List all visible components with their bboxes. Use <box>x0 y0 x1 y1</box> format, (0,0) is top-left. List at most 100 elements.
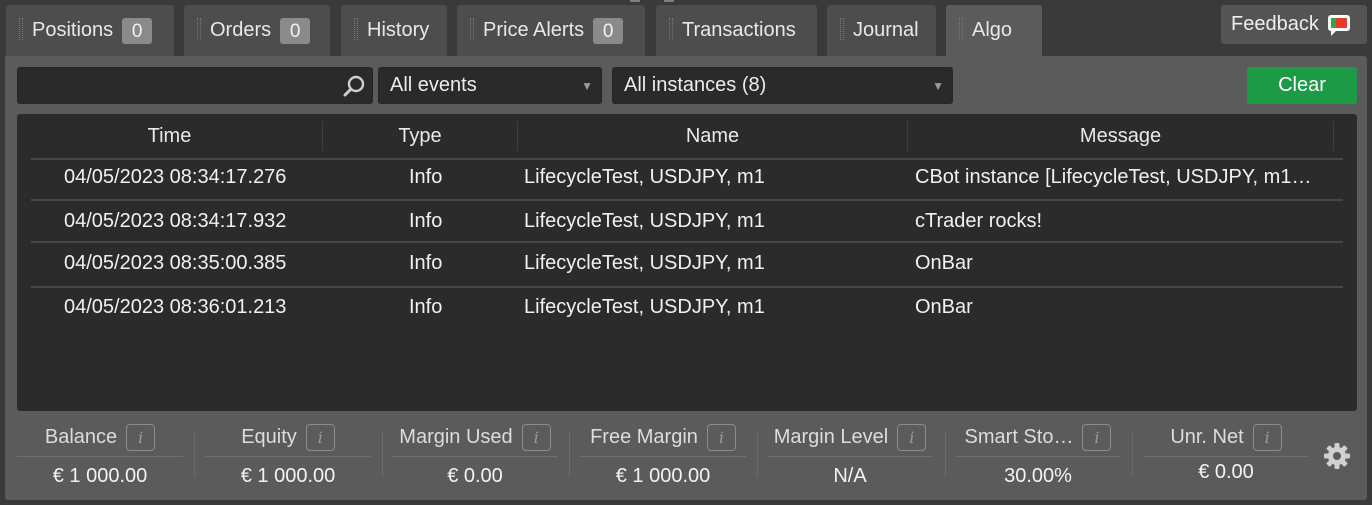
divider <box>757 431 758 477</box>
tab-journal[interactable]: Journal <box>827 5 936 56</box>
column-header-name[interactable]: Name <box>518 114 907 158</box>
metric-label: Equity <box>241 425 297 448</box>
column-header-message[interactable]: Message <box>908 114 1333 158</box>
tab-price-alerts[interactable]: Price Alerts 0 <box>457 5 645 56</box>
metric-value: 30.00% <box>1004 465 1072 487</box>
cell-type: Info <box>409 166 443 188</box>
metric-label: Balance <box>44 425 118 448</box>
cell-name: LifecycleTest, USDJPY, m1 <box>524 210 765 232</box>
metric-value: € 1 000.00 <box>52 465 148 487</box>
column-resizer[interactable] <box>1333 121 1334 151</box>
algo-panel: All events ▼ All instances (8) ▼ Clear T… <box>5 56 1367 500</box>
metric-equity: Equity i € 1 000.00 <box>205 419 371 497</box>
info-icon[interactable]: i <box>897 423 927 451</box>
table-row[interactable]: 04/05/2023 08:34:17.932 Info LifecycleTe… <box>31 200 1343 242</box>
tab-label: Price Alerts <box>483 19 585 41</box>
column-header-type[interactable]: Type <box>323 114 517 158</box>
cell-time: 04/05/2023 08:34:17.276 <box>64 166 287 188</box>
table-row[interactable]: 04/05/2023 08:34:17.276 Info LifecycleTe… <box>31 156 1343 198</box>
column-header-time[interactable]: Time <box>17 114 322 158</box>
tab-label: Algo <box>972 19 1013 41</box>
search-box[interactable] <box>17 67 373 104</box>
clear-button[interactable]: Clear <box>1247 67 1357 104</box>
tab-grip <box>19 18 23 40</box>
chevron-down-icon: ▼ <box>932 79 944 93</box>
divider <box>382 431 383 477</box>
table-row[interactable]: 04/05/2023 08:35:00.385 Info LifecycleTe… <box>31 242 1343 284</box>
metric-underline <box>580 456 746 457</box>
metric-margin-used: Margin Used i € 0.00 <box>392 419 558 497</box>
metric-smart-stop: Smart Sto… i 30.00% <box>955 419 1121 497</box>
metric-underline <box>205 456 371 457</box>
tab-orders[interactable]: Orders 0 <box>184 5 330 56</box>
metric-label: Margin Used <box>399 425 513 448</box>
cell-message: OnBar <box>915 296 973 318</box>
cell-time: 04/05/2023 08:36:01.213 <box>64 296 287 318</box>
search-input[interactable] <box>18 68 328 103</box>
tab-label: Orders <box>210 19 272 41</box>
tab-positions[interactable]: Positions 0 <box>6 5 174 56</box>
metric-value: N/A <box>833 465 867 487</box>
chevron-down-icon: ▼ <box>581 79 593 93</box>
metric-value: € 0.00 <box>447 465 503 487</box>
tab-label: Journal <box>853 19 919 41</box>
algo-log-table: Time Type Name Message 04/05/2023 08:34:… <box>17 114 1357 411</box>
gear-icon[interactable] <box>1323 442 1351 470</box>
info-icon[interactable]: i <box>126 423 156 451</box>
info-icon[interactable]: i <box>1252 423 1282 451</box>
tab-bar: Positions 0 Orders 0 History Price Alert… <box>0 0 1372 56</box>
tab-grip <box>470 18 474 40</box>
metric-label: Unr. Net <box>1170 425 1244 448</box>
search-icon[interactable] <box>342 74 366 98</box>
tab-count-badge: 0 <box>593 17 624 44</box>
metric-free-margin: Free Margin i € 1 000.00 <box>580 419 746 497</box>
cell-name: LifecycleTest, USDJPY, m1 <box>524 252 765 274</box>
info-icon[interactable]: i <box>305 423 335 451</box>
tab-count-badge: 0 <box>280 17 311 44</box>
metric-value: € 0.00 <box>1198 461 1254 483</box>
tab-label: Transactions <box>682 19 796 41</box>
events-filter-value: All events <box>390 74 477 96</box>
cell-type: Info <box>409 296 443 318</box>
cell-name: LifecycleTest, USDJPY, m1 <box>524 166 765 188</box>
tab-transactions[interactable]: Transactions <box>656 5 817 56</box>
metric-unr-net: Unr. Net i € 0.00 <box>1143 419 1309 497</box>
metric-label: Free Margin <box>590 425 698 448</box>
cell-time: 04/05/2023 08:35:00.385 <box>64 252 287 274</box>
cell-type: Info <box>409 252 443 274</box>
feedback-label: Feedback <box>1231 13 1319 35</box>
instances-filter-select[interactable]: All instances (8) ▼ <box>612 67 953 104</box>
divider <box>1132 431 1133 477</box>
feedback-button[interactable]: Feedback <box>1221 5 1367 44</box>
feedback-flag-icon <box>1327 14 1350 36</box>
info-icon[interactable]: i <box>1082 423 1112 451</box>
tab-grip <box>354 18 358 40</box>
table-header: Time Type Name Message <box>17 114 1357 158</box>
cell-name: LifecycleTest, USDJPY, m1 <box>524 296 765 318</box>
tab-algo[interactable]: Algo <box>946 5 1042 56</box>
tab-grip <box>840 18 844 40</box>
metric-underline <box>17 456 183 457</box>
cell-message: OnBar <box>915 252 973 274</box>
tab-history[interactable]: History <box>341 5 447 56</box>
metric-value: € 1 000.00 <box>240 465 336 487</box>
tab-grip <box>959 18 963 40</box>
resize-handle[interactable] <box>626 0 678 4</box>
cell-message: CBot instance [LifecycleTest, USDJPY, m1… <box>915 166 1312 188</box>
metric-underline <box>767 456 933 457</box>
tab-grip <box>197 18 201 40</box>
cell-message: cTrader rocks! <box>915 210 1043 232</box>
divider <box>569 431 570 477</box>
info-icon[interactable]: i <box>521 423 551 451</box>
tab-label: History <box>367 19 430 41</box>
cell-type: Info <box>409 210 443 232</box>
account-summary-bar: Balance i € 1 000.00 Equity i € 1 000.00 M… <box>17 419 1357 497</box>
cell-time: 04/05/2023 08:34:17.932 <box>64 210 287 232</box>
metric-label: Smart Sto… <box>964 425 1074 448</box>
table-row[interactable]: 04/05/2023 08:36:01.213 Info LifecycleTe… <box>31 286 1343 328</box>
events-filter-select[interactable]: All events ▼ <box>378 67 602 104</box>
instances-filter-value: All instances (8) <box>624 74 767 96</box>
metric-balance: Balance i € 1 000.00 <box>17 419 183 497</box>
tab-grip <box>669 18 673 40</box>
info-icon[interactable]: i <box>706 423 736 451</box>
